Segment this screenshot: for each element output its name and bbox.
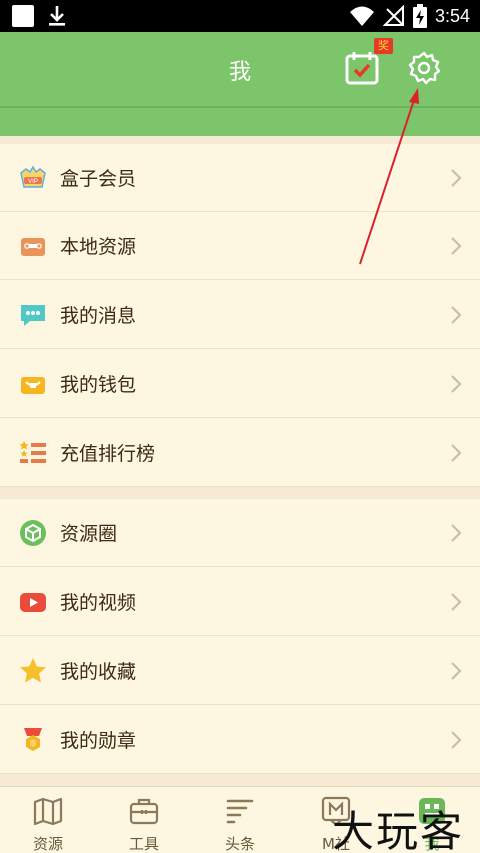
status-bar: 3:54 — [0, 0, 480, 32]
section-divider — [0, 487, 480, 499]
chevron-right-icon — [451, 306, 462, 324]
menu-label: 资源圈 — [60, 523, 118, 545]
cube-icon — [20, 520, 46, 546]
menu-item-recharge-ranking[interactable]: 充值排行榜 — [0, 419, 480, 487]
menu-item-wallet[interactable]: 我的钱包 — [0, 350, 480, 418]
no-signal-icon — [382, 5, 404, 26]
menu-label: 本地资源 — [60, 236, 137, 258]
reward-badge: 奖 — [374, 38, 393, 54]
menu-item-resource-circle[interactable]: 资源圈 — [0, 499, 480, 567]
download-icon — [49, 6, 65, 26]
map-icon — [33, 797, 63, 826]
notification-square-icon — [12, 5, 34, 27]
menu-label: 盒子会员 — [60, 168, 137, 190]
menu-label: 充值排行榜 — [60, 443, 156, 465]
menu-item-messages[interactable]: 我的消息 — [0, 281, 480, 349]
menu-item-videos[interactable]: 我的视频 — [0, 568, 480, 636]
chevron-right-icon — [451, 593, 462, 611]
chevron-right-icon — [451, 731, 462, 749]
tab-headlines[interactable]: 头条 — [192, 787, 288, 853]
tab-label: 头条 — [224, 835, 255, 853]
svg-text:VIP: VIP — [28, 179, 38, 185]
menu-label: 我的钱包 — [60, 374, 137, 396]
site-watermark: 大玩客 — [332, 807, 465, 853]
section-divider — [0, 136, 480, 144]
play-icon — [20, 593, 46, 612]
menu-item-medals[interactable]: 我的勋章 — [0, 706, 480, 774]
star-icon — [20, 658, 46, 683]
medal-icon — [24, 728, 42, 751]
chevron-right-icon — [451, 169, 462, 187]
chevron-right-icon — [451, 237, 462, 255]
tab-label: 资源 — [32, 835, 63, 853]
top-app-bar: 我 奖 — [0, 32, 480, 106]
battery-charging-icon — [412, 4, 427, 28]
clock-time: 3:54 — [434, 5, 470, 26]
chevron-right-icon — [451, 444, 462, 462]
vip-icon: VIP — [20, 165, 46, 188]
menu-label: 我的收藏 — [60, 661, 137, 683]
menu-label: 我的视频 — [60, 592, 137, 614]
wifi-icon — [349, 6, 374, 26]
menu-label: 我的消息 — [60, 305, 137, 327]
tab-label: 工具 — [128, 835, 159, 853]
wallet-icon — [21, 377, 45, 394]
header-bottom-band — [0, 106, 480, 136]
toolbox-icon — [129, 798, 159, 825]
tab-tools[interactable]: 工具 — [96, 787, 192, 853]
menu-label: 我的勋章 — [60, 730, 137, 752]
chevron-right-icon — [451, 375, 462, 393]
calendar-checkin-icon[interactable] — [344, 50, 380, 86]
chat-bubble-icon — [21, 305, 45, 326]
chevron-right-icon — [451, 524, 462, 542]
tab-resources[interactable]: 资源 — [0, 787, 96, 853]
headlines-icon — [226, 799, 254, 824]
gear-icon[interactable] — [406, 50, 442, 86]
toolbox-icon — [21, 238, 45, 256]
menu-item-vip[interactable]: VIP 盒子会员 — [0, 144, 480, 212]
chevron-right-icon — [451, 662, 462, 680]
menu-item-favorites[interactable]: 我的收藏 — [0, 637, 480, 705]
ranking-list-icon — [19, 441, 46, 463]
section-divider — [0, 774, 480, 786]
menu-item-local-resources[interactable]: 本地资源 — [0, 212, 480, 280]
